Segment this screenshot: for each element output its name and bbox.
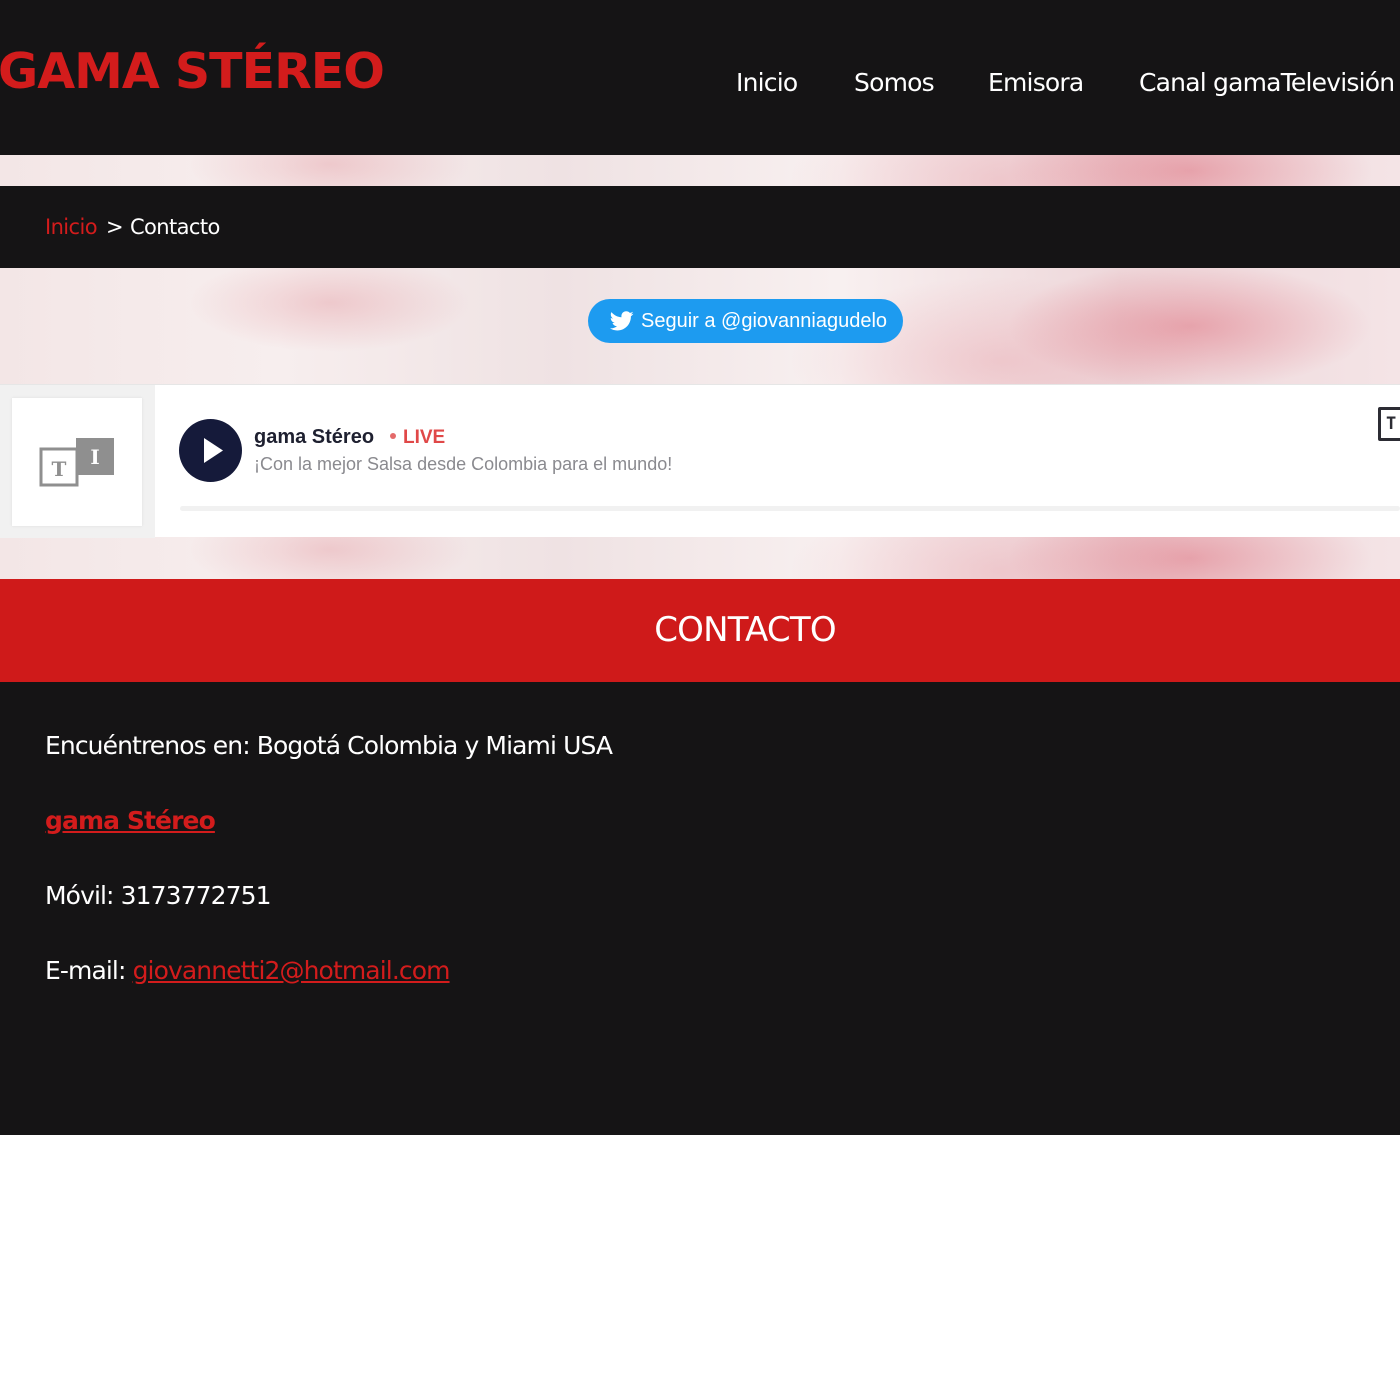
play-button[interactable] bbox=[179, 419, 242, 482]
twitter-follow-button[interactable]: Seguir a @giovanniagudelo bbox=[588, 299, 903, 343]
decorative-banner-bottom bbox=[0, 537, 1400, 579]
contact-content: Encuéntrenos en: Bogotá Colombia y Miami… bbox=[0, 682, 1400, 1135]
svg-text:T: T bbox=[52, 457, 67, 481]
text-logo-icon[interactable]: T bbox=[1378, 407, 1400, 441]
player-progress-track[interactable] bbox=[180, 506, 1400, 511]
breadcrumb-home-link[interactable]: Inicio bbox=[45, 215, 98, 239]
site-header: GAMA STÉREO Inicio Somos Emisora Canal g… bbox=[0, 0, 1400, 155]
breadcrumb: Inicio > Contacto bbox=[45, 213, 220, 241]
mobile-text: Móvil: 3173772751 bbox=[45, 881, 272, 910]
text-tiles-icon: I T bbox=[39, 438, 114, 487]
nav-item-inicio[interactable]: Inicio bbox=[736, 66, 798, 100]
station-artwork: I T bbox=[12, 398, 142, 526]
radio-player: I T gama Stéreo LIVE ¡Con la mejor Salsa… bbox=[0, 384, 1400, 538]
email-link[interactable]: giovannetti2@hotmail.com bbox=[133, 956, 451, 985]
email-line: E-mail: giovannetti2@hotmail.com bbox=[45, 955, 450, 987]
contact-title-bar: CONTACTO bbox=[0, 579, 1400, 682]
location-text: Encuéntrenos en: Bogotá Colombia y Miami… bbox=[45, 731, 613, 760]
station-tagline: ¡Con la mejor Salsa desde Colombia para … bbox=[254, 454, 673, 474]
player-art-panel: I T bbox=[0, 385, 155, 538]
play-icon bbox=[204, 438, 223, 463]
live-badge: LIVE bbox=[390, 426, 445, 450]
nav-item-emisora[interactable]: Emisora bbox=[988, 66, 1084, 100]
decorative-banner-top bbox=[0, 155, 1400, 186]
station-name: gama Stéreo bbox=[254, 426, 375, 448]
svg-text:I: I bbox=[90, 445, 99, 469]
brand-line: gama Stéreo bbox=[45, 805, 216, 837]
brand-link[interactable]: gama Stéreo bbox=[45, 806, 216, 835]
live-dot-icon bbox=[390, 433, 396, 439]
twitter-bird-icon bbox=[609, 311, 634, 331]
nav-item-canal-gamatelevision[interactable]: Canal gamaTelevisión bbox=[1139, 66, 1395, 100]
breadcrumb-separator: > bbox=[105, 215, 124, 239]
breadcrumb-bar: Inicio > Contacto bbox=[0, 186, 1400, 268]
page-title: CONTACTO bbox=[654, 610, 836, 650]
main-nav: Inicio Somos Emisora Canal gamaTelevisió… bbox=[0, 66, 1400, 102]
breadcrumb-current: Contacto bbox=[129, 215, 220, 239]
twitter-follow-label: Seguir a @giovanniagudelo bbox=[641, 310, 888, 332]
live-label: LIVE bbox=[403, 427, 446, 448]
nav-item-somos[interactable]: Somos bbox=[854, 66, 935, 100]
email-label: E-mail: bbox=[45, 956, 133, 985]
